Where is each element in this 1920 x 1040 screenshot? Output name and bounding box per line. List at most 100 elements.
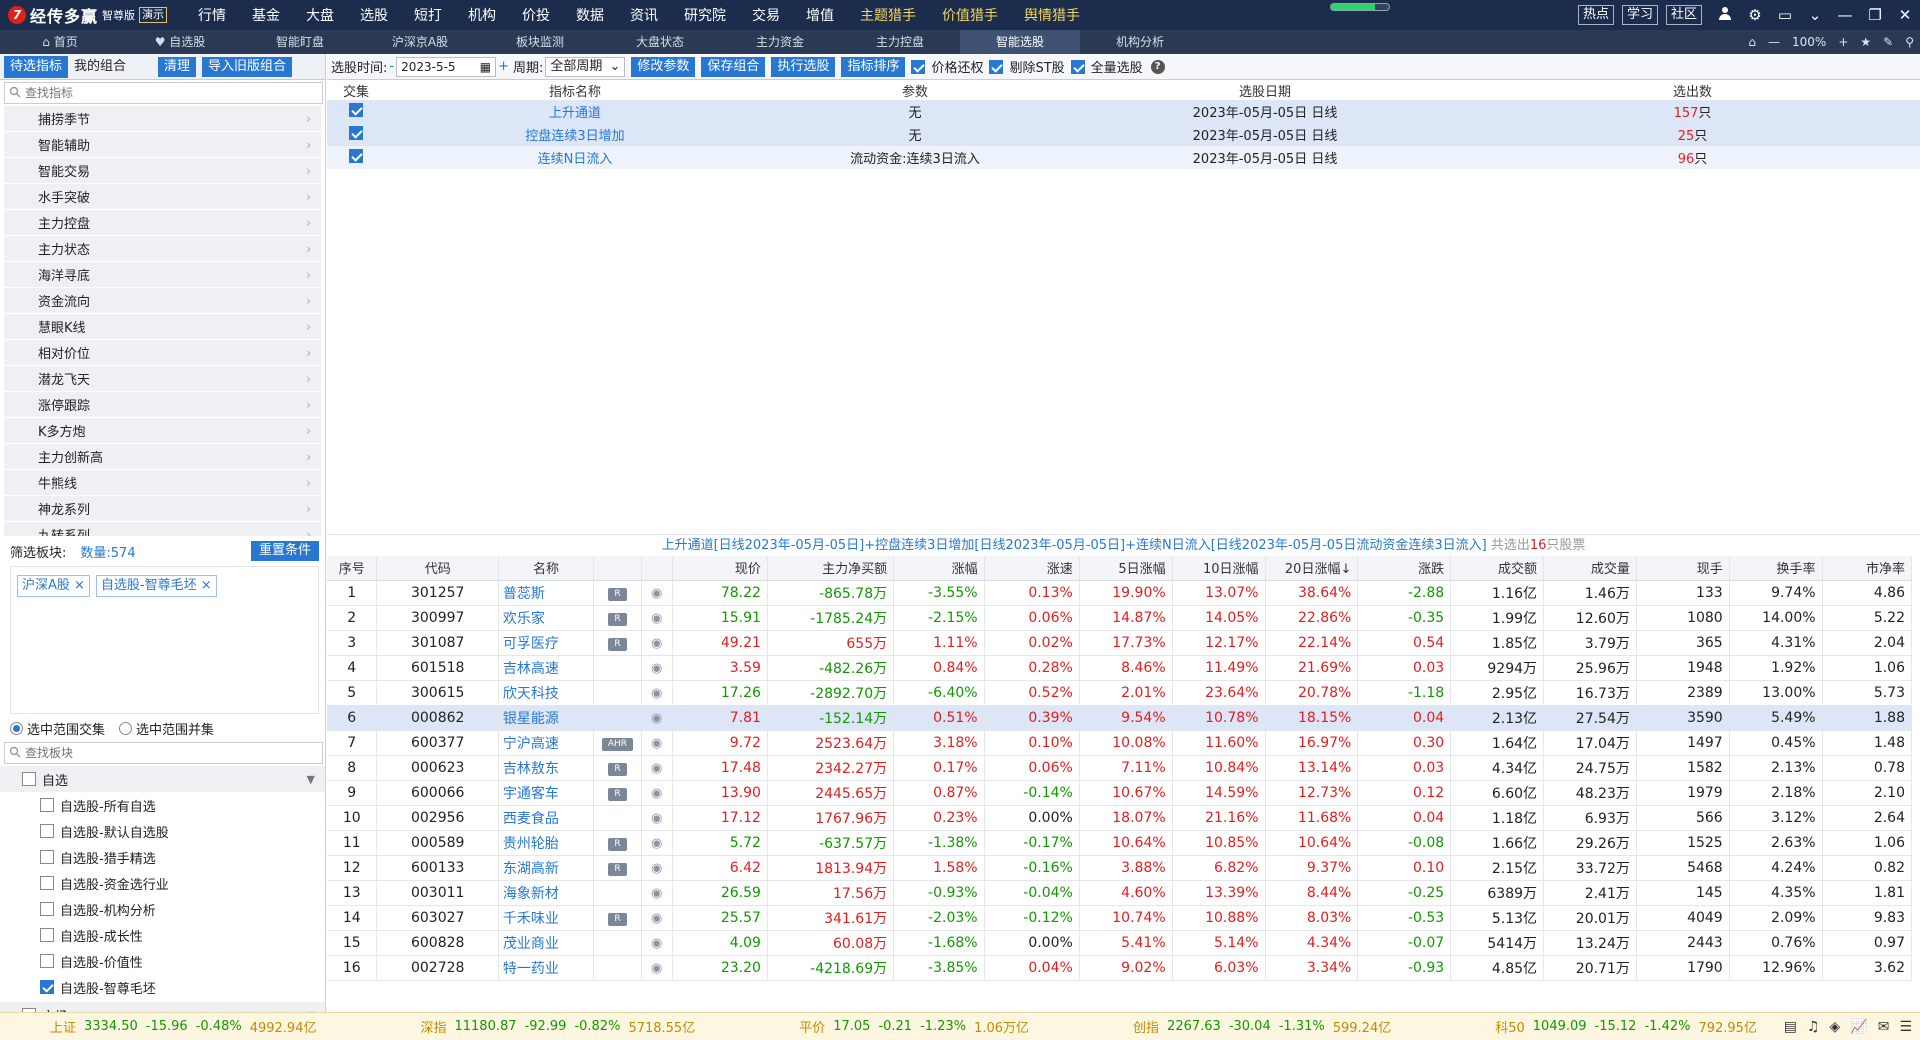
col-price[interactable]: 现价 <box>672 556 768 581</box>
menu-item[interactable]: 机构 <box>455 5 509 25</box>
compass-icon[interactable]: ◈ <box>1829 1019 1840 1035</box>
indicator-group-item[interactable]: 海洋寻底 › <box>4 262 321 288</box>
indicator-group-item[interactable]: 慧眼K线 › <box>4 314 321 340</box>
col-pb[interactable]: 市净率 <box>1822 556 1913 581</box>
stock-name[interactable]: 特一药业 <box>498 955 595 981</box>
menu-item[interactable]: 数据 <box>563 5 617 25</box>
reset-conditions-button[interactable]: 重置条件 <box>250 541 319 561</box>
sector-group-self[interactable]: 自选 ▼ <box>0 766 325 792</box>
indicator-row[interactable]: 连续N日流入 流动资金:连续3日流入 2023年-05月-05日 日线 96只 <box>327 146 1920 169</box>
stock-row[interactable]: 6 000862 银星能源 ◉ 7.81 -152.14万 0.51% 0.39% 9.54% 1… <box>327 705 1913 731</box>
stock-row[interactable]: 4 601518 吉林高速 ◉ 3.59 -482.26万 0.84% 0.28% 8.46% 1… <box>327 655 1913 681</box>
index-quote[interactable]: 上证 3334.50 -15.96 -0.48% 4992.94亿 <box>50 1017 324 1036</box>
minimize-icon[interactable]: — <box>1830 6 1860 24</box>
indicator-group-item[interactable]: K多方炮 › <box>4 418 321 444</box>
indicator-name[interactable]: 上升通道 <box>385 100 765 123</box>
stock-row[interactable]: 9 600066 宇通客车 R ◉ 13.90 2445.65万 0.87% -0.14% 10.… <box>327 780 1913 806</box>
menu-item[interactable]: 大盘 <box>293 5 347 25</box>
hot-button[interactable]: 热点 <box>1577 5 1614 25</box>
menu-item-premium[interactable]: 舆情猎手 <box>1011 5 1093 25</box>
sector-item-checkbox[interactable] <box>40 876 54 890</box>
indicator-search-input[interactable] <box>25 86 305 100</box>
stock-code[interactable]: 600133 <box>376 855 499 881</box>
full-selection-checkbox[interactable] <box>1070 59 1085 74</box>
exclude-st-checkbox[interactable] <box>989 59 1004 74</box>
eye-icon[interactable]: ◉ <box>651 886 662 901</box>
sector-item-checkbox[interactable] <box>40 928 54 942</box>
full-selection-toggle[interactable]: 全量选股 <box>1070 57 1143 76</box>
stock-name[interactable]: 千禾味业 <box>498 905 595 931</box>
stock-row[interactable]: 11 000589 贵州轮胎 R ◉ 5.72 -637.57万 -1.38% -0.17% 10… <box>327 830 1913 856</box>
sector-item-checkbox[interactable] <box>40 850 54 864</box>
pin-icon[interactable]: ⚲ <box>1905 35 1914 49</box>
col-code[interactable]: 代码 <box>376 556 499 581</box>
tab-item[interactable]: ♥ 自选股 <box>120 30 240 54</box>
user-icon[interactable] <box>1710 6 1740 24</box>
eye-icon[interactable]: ◉ <box>651 786 662 801</box>
app-logo[interactable]: 7 经传多赢 智尊版 演示 <box>0 0 168 30</box>
tab-my-combos[interactable]: 我的组合 <box>68 56 132 78</box>
indicator-group-item[interactable]: 主力创新高 › <box>4 444 321 470</box>
indicator-row[interactable]: 上升通道无 2023年-05月-05日 日线 157只 <box>327 100 1920 123</box>
indicator-group-item[interactable]: 潜龙飞天 › <box>4 366 321 392</box>
stock-name[interactable]: 吉林敖东 <box>498 755 595 781</box>
sector-item-checkbox[interactable] <box>40 824 54 838</box>
date-picker[interactable]: 2023-5-5 ▦ <box>396 56 497 77</box>
list-icon[interactable]: ☰ <box>1899 1019 1912 1035</box>
eye-icon[interactable]: ◉ <box>651 611 662 626</box>
indicator-group-item[interactable]: 牛熊线 › <box>4 470 321 496</box>
stock-name[interactable]: 欣天科技 <box>498 680 595 706</box>
stock-code[interactable]: 002956 <box>376 805 499 831</box>
indicator-group-item[interactable]: 神龙系列 › <box>4 496 321 522</box>
community-button[interactable]: 社区 <box>1665 5 1702 25</box>
stock-row[interactable]: 16 002728 特一药业 ◉ 23.20 -4218.69万 -3.85% 0.04% 9.… <box>327 955 1913 981</box>
stock-code[interactable]: 601518 <box>376 655 499 681</box>
stock-code[interactable]: 301257 <box>376 580 499 606</box>
indicator-row[interactable]: 控盘连续3日增加无 2023年-05月-05日 日线 25只 <box>327 123 1920 146</box>
eye-icon[interactable]: ◉ <box>651 686 662 701</box>
stock-name[interactable]: 欢乐家 <box>498 605 595 631</box>
col-turnover-amount[interactable]: 成交额 <box>1450 556 1545 581</box>
stock-name[interactable]: 吉林高速 <box>498 655 595 681</box>
sector-item[interactable]: 自选股-成长性 <box>0 922 325 948</box>
layout-icon[interactable]: ▭ <box>1770 6 1800 24</box>
col-volume[interactable]: 成交量 <box>1543 556 1637 581</box>
stock-name[interactable]: 银星能源 <box>498 705 595 731</box>
price-restore-checkbox[interactable] <box>911 59 926 74</box>
stock-row[interactable]: 3 301087 可孚医疗 R ◉ 49.21 655万 1.11% 0.02% 17.73% 12… <box>327 630 1913 656</box>
stock-name[interactable]: 普蕊斯 <box>498 580 595 606</box>
index-quote[interactable]: 创指 2267.63 -30.04 -1.31% 599.24亿 <box>1133 1017 1399 1036</box>
indicator-group-item[interactable]: 智能交易 › <box>4 158 321 184</box>
zoom-in-icon[interactable]: + <box>1838 35 1848 49</box>
tab-pending-indicators[interactable]: 待选指标 <box>4 55 69 78</box>
col-current-hand[interactable]: 现手 <box>1636 556 1730 581</box>
indicator-group-item[interactable]: 九转系列 › <box>4 522 321 536</box>
col-index[interactable]: 序号 <box>327 556 378 581</box>
save-icon[interactable]: ▤ <box>1784 1019 1797 1035</box>
sector-item[interactable]: 自选股-资金选行业 <box>0 870 325 896</box>
sector-item[interactable]: 自选股-机构分析 <box>0 896 325 922</box>
chevron-down-icon[interactable]: ⌄ <box>1800 6 1830 24</box>
stock-row[interactable]: 12 600133 东湖高新 R ◉ 6.42 1813.94万 1.58% -0.16% 3.8… <box>327 855 1913 881</box>
sector-item[interactable]: 自选股-价值性 <box>0 948 325 974</box>
stock-name[interactable]: 可孚医疗 <box>498 630 595 656</box>
stock-code[interactable]: 300997 <box>376 605 499 631</box>
sector-item-checkbox[interactable] <box>40 954 54 968</box>
col-20d-change[interactable]: 20日涨幅↓ <box>1265 556 1359 581</box>
menu-item[interactable]: 行情 <box>185 5 239 25</box>
period-select[interactable]: 全部周期 ⌄ <box>545 56 626 77</box>
radio-intersect[interactable] <box>10 721 23 735</box>
stock-code[interactable]: 301087 <box>376 630 499 656</box>
col-net-buy[interactable]: 主力净买额 <box>767 556 895 581</box>
sector-chip[interactable]: 自选股-智尊毛坯 × <box>95 575 217 597</box>
price-restore-toggle[interactable]: 价格还权 <box>911 57 983 76</box>
sector-item-checkbox[interactable] <box>40 902 54 916</box>
eye-icon[interactable]: ◉ <box>651 661 662 676</box>
col-change[interactable]: 涨跌 <box>1357 556 1452 581</box>
execute-selection-button[interactable]: 执行选股 <box>771 56 836 77</box>
menu-item-premium[interactable]: 主题猎手 <box>847 5 929 25</box>
chart-icon[interactable]: 📈 <box>1850 1019 1867 1035</box>
import-old-combo-button[interactable]: 导入旧版组合 <box>202 56 293 77</box>
col-turnover-rate[interactable]: 换手率 <box>1729 556 1823 581</box>
indicator-group-item[interactable]: 涨停跟踪 › <box>4 392 321 418</box>
